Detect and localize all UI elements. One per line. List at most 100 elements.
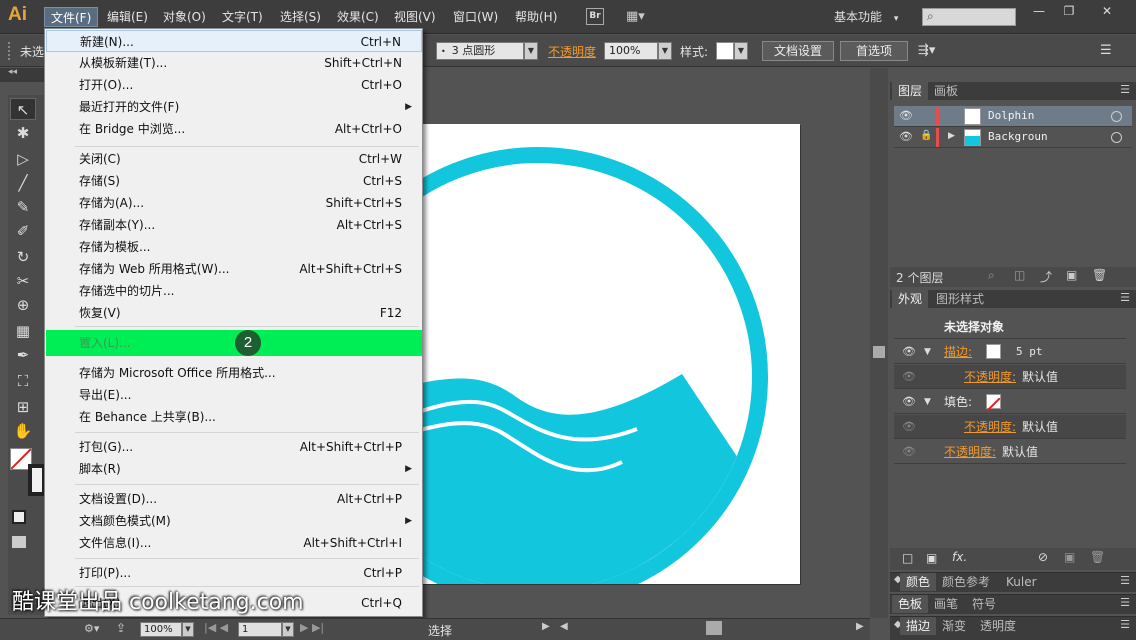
expand-triangle-icon[interactable]: ▼ [924, 340, 931, 364]
style-swatch[interactable] [716, 42, 734, 60]
dolphin-logo-artwork[interactable] [422, 124, 800, 584]
bridge-button[interactable]: Br [586, 8, 604, 25]
menu-item-new-from-template[interactable]: 从模板新建(T)... Shift+Ctrl+N [46, 52, 422, 74]
menu-item-close[interactable]: 关闭(C) Ctrl+W [46, 148, 422, 170]
layer-row-background[interactable]: 👁 🔒 ▶ Backgroun [894, 127, 1132, 148]
menu-item-browse-in-bridge[interactable]: 在 Bridge 中浏览... Alt+Ctrl+O [46, 118, 422, 140]
visibility-eye-icon[interactable]: 👁 [902, 440, 916, 464]
tab-appearance[interactable]: 外观 [892, 290, 929, 308]
paintbrush-icon[interactable]: ✎ [10, 196, 36, 218]
menu-item-save-selected-slices[interactable]: 存储选中的切片... [46, 280, 422, 302]
menu-item-save-as[interactable]: 存储为(A)... Shift+Ctrl+S [46, 192, 422, 214]
menu-item-document-color-mode[interactable]: 文档颜色模式(M) ▶ [46, 510, 422, 532]
locate-object-icon[interactable]: ⌕ [988, 268, 995, 283]
menu-item-share-behance[interactable]: 在 Behance 上共享(B)... [46, 406, 422, 428]
object-opacity-row[interactable]: 👁 不透明度: 默认值 [894, 440, 1126, 464]
layer-target-icon[interactable] [1111, 132, 1122, 143]
menu-item-save-for-office[interactable]: 存储为 Microsoft Office 所用格式... [46, 362, 422, 384]
menu-item-open-recent[interactable]: 最近打开的文件(F) ▶ [46, 96, 422, 118]
control-bar-grip[interactable] [8, 42, 14, 60]
visibility-eye-icon[interactable]: 👁 [902, 390, 916, 414]
panel-menu-icon[interactable]: ☰ [1120, 618, 1130, 631]
brush-definition-select[interactable]: • 3 点圆形 [436, 42, 524, 60]
menu-item-document-setup[interactable]: 文档设置(D)... Alt+Ctrl+P [46, 488, 422, 510]
panel-menu-icon[interactable]: ☰ [1120, 83, 1130, 96]
direct-selection-icon[interactable]: ▷ [10, 148, 36, 170]
tab-kuler[interactable]: Kuler [1000, 573, 1043, 591]
tab-artboards[interactable]: 画板 [928, 82, 964, 100]
layer-target-icon[interactable] [1111, 111, 1122, 122]
menu-select[interactable]: 选择(S) [274, 7, 327, 27]
first-artboard-icon[interactable]: |◀ ◀ [204, 621, 228, 634]
selection-tool-icon[interactable]: ↖ [10, 98, 36, 120]
brush-dropdown-arrow[interactable]: ▼ [524, 42, 538, 60]
delete-item-icon[interactable]: 🗑 [1090, 550, 1105, 564]
preferences-button[interactable]: 首选项 [840, 41, 908, 61]
tab-gradient[interactable]: 渐变 [936, 617, 972, 635]
scroll-left-icon[interactable]: ◀ [560, 621, 568, 632]
menu-effect[interactable]: 效果(C) [331, 7, 385, 27]
panel-menu-icon[interactable]: ☰ [1120, 291, 1130, 304]
tab-symbols[interactable]: 符号 [966, 595, 1002, 613]
menu-edit[interactable]: 编辑(E) [101, 7, 154, 27]
arrange-icon[interactable]: ⇶▾ [918, 43, 935, 58]
menu-item-save-as-template[interactable]: 存储为模板... [46, 236, 422, 258]
menu-view[interactable]: 视图(V) [388, 7, 442, 27]
menu-window[interactable]: 窗口(W) [447, 7, 504, 27]
draw-normal-icon[interactable] [12, 510, 26, 524]
menu-item-save[interactable]: 存储(S) Ctrl+S [46, 170, 422, 192]
artboard-dropdown-arrow[interactable]: ▼ [282, 622, 294, 637]
fill-row[interactable]: 👁 ▼ 填色: [894, 390, 1126, 414]
new-layer-icon[interactable]: ▣ [1066, 268, 1077, 282]
artboard-tool-icon[interactable]: ⊞ [10, 396, 36, 418]
hand-tool-icon[interactable]: ✋ [10, 420, 36, 442]
panel-menu-icon[interactable]: ☰ [1120, 574, 1130, 587]
help-search-input[interactable]: ⌕ [922, 8, 1016, 26]
tab-color-guide[interactable]: 颜色参考 [936, 573, 996, 591]
stroke-weight[interactable]: 5 pt [1016, 340, 1043, 364]
visibility-eye-icon[interactable]: 👁 [902, 365, 916, 389]
menu-item-place[interactable]: 置入(L)... [46, 330, 422, 356]
scroll-right-icon[interactable]: ▶ [856, 621, 864, 632]
arrange-documents-icon[interactable]: ▦▾ [626, 9, 652, 25]
lock-icon[interactable]: 🔒 [920, 130, 932, 141]
zoom-dropdown-arrow[interactable]: ▼ [182, 622, 194, 637]
duplicate-item-icon[interactable]: ▣ [1064, 550, 1075, 564]
layer-name[interactable]: Backgroun [988, 130, 1048, 143]
delete-layer-icon[interactable]: 🗑 [1092, 268, 1107, 282]
opacity-input[interactable]: 100% [604, 42, 658, 60]
menu-item-print[interactable]: 打印(P)... Ctrl+P [46, 562, 422, 584]
workspace-switcher[interactable]: 基本功能 ▾ [834, 8, 898, 26]
panel-menu-icon[interactable]: ☰ [1100, 43, 1112, 58]
expand-triangle-icon[interactable]: ▼ [924, 390, 931, 414]
menu-item-new[interactable]: 新建(N)... Ctrl+N [46, 30, 422, 52]
tab-brushes[interactable]: 画笔 [928, 595, 964, 613]
menu-item-package[interactable]: 打包(G)... Alt+Shift+Ctrl+P [46, 436, 422, 458]
menu-item-export[interactable]: 导出(E)... [46, 384, 422, 406]
menu-object[interactable]: 对象(O) [157, 7, 212, 27]
line-tool-icon[interactable]: ╱ [10, 172, 36, 194]
mesh-tool-icon[interactable]: ▦ [10, 320, 36, 342]
minimize-button[interactable]: — [1026, 3, 1052, 19]
width-tool-icon[interactable]: ✂ [10, 270, 36, 292]
share-icon[interactable]: ⇪ [116, 621, 126, 635]
tools-panel-header[interactable]: ◂◂ [0, 67, 44, 82]
shape-builder-icon[interactable]: ⊕ [10, 294, 36, 316]
add-effect-icon[interactable]: fx. [952, 550, 967, 564]
status-menu-arrow[interactable]: ▶ [542, 621, 550, 632]
add-fill-icon[interactable]: ▣ [926, 551, 937, 565]
stroke-swatch[interactable] [986, 344, 1001, 359]
stroke-opacity-row[interactable]: 👁 不透明度: 默认值 [894, 365, 1126, 389]
tab-layers[interactable]: 图层 [892, 82, 929, 100]
artboard-number-input[interactable]: 1 [238, 622, 282, 637]
gpu-status-icon[interactable]: ⚙▾ [84, 622, 99, 635]
fill-opacity-row[interactable]: 👁 不透明度: 默认值 [894, 415, 1126, 439]
add-stroke-icon[interactable]: □ [902, 551, 913, 565]
menu-help[interactable]: 帮助(H) [509, 7, 563, 27]
tab-swatches[interactable]: 色板 [892, 595, 929, 613]
layer-row-dolphin[interactable]: 👁 Dolphin [894, 106, 1132, 127]
stroke-label[interactable]: 描边: [944, 340, 972, 364]
zoom-input[interactable]: 100% [140, 622, 182, 637]
clipping-mask-icon[interactable]: ◫ [1014, 268, 1025, 282]
vertical-scrollbar[interactable] [870, 68, 888, 618]
